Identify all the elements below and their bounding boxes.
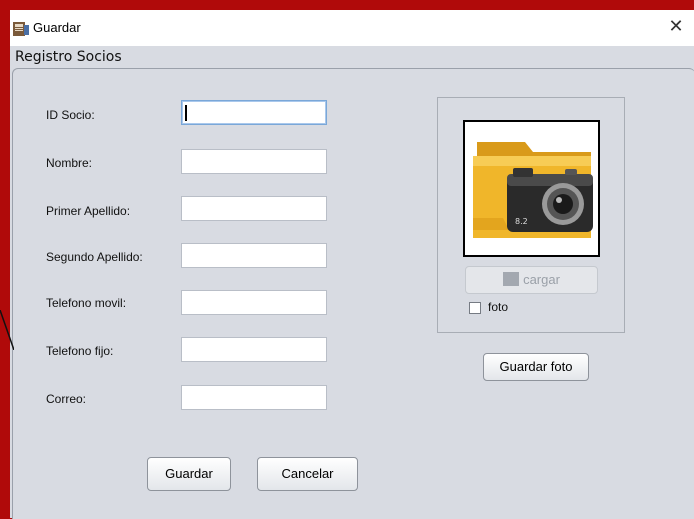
photo-preview: 8.2 bbox=[463, 120, 600, 257]
telefono-movil-input[interactable] bbox=[181, 290, 327, 315]
text-caret bbox=[185, 105, 187, 121]
load-button-label: cargar bbox=[523, 272, 560, 287]
window-title: Guardar bbox=[33, 20, 81, 35]
save-button[interactable]: Guardar bbox=[147, 457, 231, 491]
label-segundo-apellido: Segundo Apellido: bbox=[46, 250, 143, 264]
telefono-fijo-input[interactable] bbox=[181, 337, 327, 362]
nombre-input[interactable] bbox=[181, 149, 327, 174]
photo-checkbox[interactable] bbox=[469, 302, 481, 314]
label-id-socio: ID Socio: bbox=[46, 108, 95, 122]
close-button[interactable]: ✕ bbox=[666, 17, 686, 37]
image-icon bbox=[503, 272, 520, 286]
load-button[interactable]: cargar bbox=[465, 266, 598, 294]
label-correo: Correo: bbox=[46, 392, 87, 406]
pointer-line bbox=[0, 310, 14, 350]
cancel-button[interactable]: Cancelar bbox=[257, 457, 358, 491]
dialog-window: Guardar ✕ Registro Socios ID Socio: Nomb… bbox=[10, 10, 694, 519]
label-telefono-movil: Telefono movil: bbox=[46, 296, 127, 310]
title-bar[interactable]: Guardar ✕ bbox=[10, 10, 694, 46]
label-nombre: Nombre: bbox=[46, 156, 93, 170]
save-photo-button[interactable]: Guardar foto bbox=[483, 353, 589, 381]
frame-title: Registro Socios bbox=[15, 49, 122, 65]
primer-apellido-input[interactable] bbox=[181, 196, 327, 221]
label-primer-apellido: Primer Apellido: bbox=[46, 204, 131, 218]
svg-text:8.2: 8.2 bbox=[515, 217, 528, 226]
correo-input[interactable] bbox=[181, 385, 327, 410]
label-telefono-fijo: Telefono fijo: bbox=[46, 344, 114, 358]
segundo-apellido-input[interactable] bbox=[181, 243, 327, 268]
folder-camera-icon: 8.2 bbox=[473, 142, 593, 238]
id-socio-input[interactable] bbox=[181, 100, 327, 125]
app-icon bbox=[13, 22, 29, 36]
photo-checkbox-label: foto bbox=[488, 300, 509, 314]
